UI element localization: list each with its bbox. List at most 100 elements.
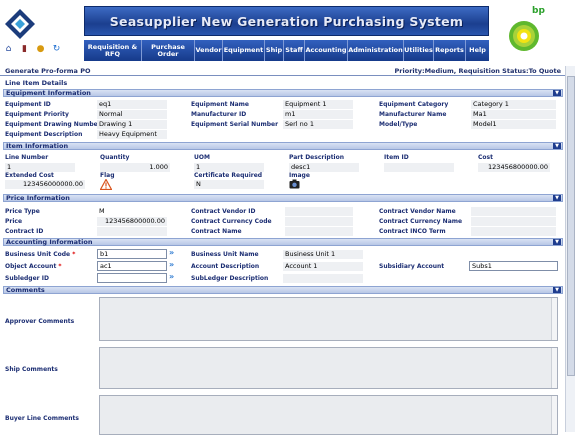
item-section-header[interactable]: Item Information ▼ — [3, 142, 563, 150]
price-type-value: M — [99, 207, 105, 215]
accounting-section-header[interactable]: Accounting Information ▼ — [3, 238, 563, 246]
model-type-value: Model1 — [471, 120, 556, 129]
exit-icon[interactable]: ▮ — [18, 42, 31, 55]
contract-name-label: Contract Name — [191, 228, 242, 235]
collapse-comments-icon[interactable]: ▼ — [553, 287, 561, 293]
comments-section-header[interactable]: Comments ▼ — [3, 286, 563, 294]
user-icon[interactable]: ● — [34, 42, 47, 55]
equipment-description-value: Heavy Equipment — [97, 130, 167, 139]
contract-currency-name-label: Contract Currency Name — [379, 218, 463, 225]
line-number-label: Line Number — [5, 154, 49, 161]
line-number-value: 1 — [5, 163, 75, 172]
approver-comments-textarea[interactable] — [99, 297, 558, 341]
comments-section-title: Comments — [6, 286, 45, 294]
ship-comments-label: Ship Comments — [5, 366, 58, 373]
scrollbar-thumb[interactable] — [567, 76, 575, 376]
collapse-item-icon[interactable]: ▼ — [553, 143, 561, 149]
equipment-category-value: Category 1 — [471, 100, 556, 109]
contract-vendor-id-value — [285, 207, 353, 216]
page-title: Generate Pro-forma PO — [5, 67, 91, 75]
subledger-description-label: SubLedger Description — [191, 275, 269, 282]
cost-label: Cost — [478, 154, 493, 161]
manufacturer-id-label: Manufacturer ID — [191, 111, 247, 118]
drawing-number-value: Drawing 1 — [97, 120, 167, 129]
ship-comments-textarea[interactable] — [99, 347, 558, 389]
business-unit-code-input[interactable]: b1 — [97, 249, 167, 259]
price-section-header[interactable]: Price Information ▼ — [3, 194, 563, 202]
home-icon[interactable]: ⌂ — [2, 42, 15, 55]
buyer-line-comments-label: Buyer Line Comments — [5, 415, 79, 422]
refresh-icon[interactable]: ↻ — [50, 42, 63, 55]
menu-requisition-rfq[interactable]: Requisition & RFQ — [84, 40, 142, 61]
image-label: Image — [289, 172, 310, 179]
menu-reports[interactable]: Reports — [434, 40, 466, 61]
contract-vendor-name-label: Contract Vendor Name — [379, 208, 456, 215]
menu-utilities[interactable]: Utilities — [404, 40, 434, 61]
bp-text: bp — [532, 6, 545, 16]
subledger-id-input[interactable] — [97, 273, 167, 283]
menu-vendor[interactable]: Vendor — [195, 40, 223, 61]
equipment-section-header[interactable]: Equipment Information ▼ — [3, 89, 563, 97]
contract-currency-name-value — [471, 217, 556, 226]
collapse-price-icon[interactable]: ▼ — [553, 195, 561, 201]
certificate-required-value: N — [194, 180, 264, 189]
part-description-value: desc1 — [289, 163, 359, 172]
main-menu: Requisition & RFQ Purchase Order Vendor … — [84, 40, 489, 61]
accounting-section-title: Accounting Information — [6, 238, 93, 246]
approver-comments-label: Approver Comments — [5, 318, 75, 325]
textarea-scrollbar[interactable] — [551, 298, 557, 340]
equipment-name-label: Equipment Name — [191, 101, 249, 108]
drawing-number-label: Equipment Drawing Number — [5, 121, 101, 128]
menu-staff[interactable]: Staff — [284, 40, 305, 61]
equipment-description-label: Equipment Description — [5, 131, 83, 138]
business-unit-lookup-icon[interactable]: » — [169, 248, 174, 257]
menu-ship[interactable]: Ship — [265, 40, 284, 61]
camera-icon[interactable] — [289, 179, 300, 189]
buyer-line-comments-textarea[interactable] — [99, 395, 558, 435]
account-description-value: Account 1 — [283, 262, 363, 271]
serial-number-value: Serl no 1 — [283, 120, 353, 129]
equipment-name-value: Equipment 1 — [283, 100, 353, 109]
serial-number-label: Equipment Serial Number — [191, 121, 279, 128]
object-account-label: Object Account * — [5, 263, 62, 270]
object-account-lookup-icon[interactable]: » — [169, 260, 174, 269]
textarea-scrollbar[interactable] — [551, 396, 557, 434]
subsidiary-account-input[interactable]: Subs1 — [469, 261, 558, 271]
price-type-label: Price Type — [5, 208, 40, 215]
header: Seasupplier New Generation Purchasing Sy… — [0, 0, 575, 66]
price-label: Price — [5, 218, 23, 225]
menu-equipment[interactable]: Equipment — [223, 40, 265, 61]
business-unit-code-label: Business Unit Code * — [5, 251, 76, 258]
item-section-title: Item Information — [6, 142, 69, 150]
contract-inco-term-label: Contract INCO Term — [379, 228, 446, 235]
manufacturer-name-value: Ma1 — [471, 110, 556, 119]
flag-label: Flag — [100, 172, 115, 179]
textarea-scrollbar[interactable] — [551, 348, 557, 388]
certificate-required-label: Certificate Required — [194, 172, 263, 179]
contract-vendor-id-label: Contract Vendor ID — [191, 208, 256, 215]
menu-help[interactable]: Help — [466, 40, 489, 61]
toolbar: ⌂ ▮ ● ↻ — [2, 42, 63, 56]
quantity-label: Quantity — [100, 154, 130, 161]
subledger-id-label: Subledger ID — [5, 275, 49, 282]
app-banner: Seasupplier New Generation Purchasing Sy… — [84, 6, 489, 36]
collapse-equipment-icon[interactable]: ▼ — [553, 90, 561, 96]
cost-value: 123456800000.00 — [478, 163, 550, 172]
subledger-lookup-icon[interactable]: » — [169, 272, 174, 281]
object-account-input[interactable]: ac1 — [97, 261, 167, 271]
price-section-title: Price Information — [6, 194, 70, 202]
page-scrollbar[interactable] — [565, 66, 575, 432]
contract-name-value — [285, 227, 353, 236]
contract-inco-term-value — [471, 227, 556, 236]
manufacturer-name-label: Manufacturer Name — [379, 111, 447, 118]
equipment-category-label: Equipment Category — [379, 101, 449, 108]
warning-flag-icon[interactable] — [100, 179, 112, 190]
collapse-accounting-icon[interactable]: ▼ — [553, 239, 561, 245]
menu-administration[interactable]: Administration — [348, 40, 404, 61]
price-value: 123456800000.00 — [97, 217, 167, 226]
item-id-label: Item ID — [384, 154, 409, 161]
menu-accounting[interactable]: Accounting — [305, 40, 348, 61]
part-description-label: Part Description — [289, 154, 345, 161]
business-unit-name-value: Business Unit 1 — [283, 250, 363, 259]
menu-purchase-order[interactable]: Purchase Order — [142, 40, 195, 61]
